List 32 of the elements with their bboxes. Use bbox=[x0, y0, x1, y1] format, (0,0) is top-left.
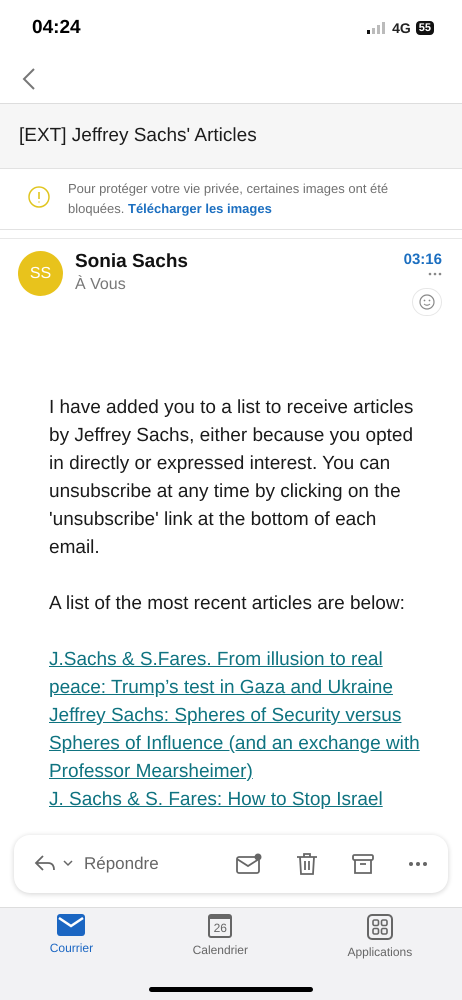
article-link[interactable]: J. Sachs & S. Fares: How to Stop Israel bbox=[49, 786, 426, 814]
status-time: 04:24 bbox=[32, 16, 81, 38]
more-icon[interactable] bbox=[408, 861, 428, 867]
article-link[interactable]: Jeffrey Sachs: Spheres of Security versus Spheres of Influence (and an exchange with Professor Mearsheimer) bbox=[49, 702, 426, 786]
apps-icon bbox=[366, 914, 393, 940]
mail-icon bbox=[57, 914, 86, 936]
more-icon[interactable] bbox=[428, 272, 442, 276]
sender-name: Sonia Sachs bbox=[75, 251, 189, 273]
body-paragraph: A list of the most recent articles are below: bbox=[49, 592, 406, 616]
signal-icon bbox=[367, 22, 388, 34]
nav-tab[interactable]: Courrier bbox=[50, 914, 94, 966]
email-subject: [EXT] Jeffrey Sachs' Articles bbox=[0, 104, 462, 169]
message-time: 03:16 bbox=[404, 251, 442, 268]
battery-icon: 55 bbox=[416, 20, 434, 34]
reaction-button[interactable] bbox=[412, 288, 442, 316]
warning-icon bbox=[28, 186, 50, 208]
nav-tab[interactable]: 26 Calendrier bbox=[192, 914, 248, 966]
nav-tab[interactable]: Applications bbox=[347, 914, 412, 966]
body-paragraph: I have added you to a list to receive articles by Jeffrey Sachs, either because you opted in directly or expressed interest. You can unsubscribe at any time by clicking on the 'unsubscribe' link at the bottom of each email. bbox=[49, 396, 414, 560]
calendar-icon: 26 bbox=[208, 914, 232, 938]
delete-icon[interactable] bbox=[296, 852, 318, 876]
download-images-link[interactable]: Télécharger les images bbox=[128, 201, 272, 216]
mark-unread-icon[interactable] bbox=[236, 853, 262, 875]
recipient-label: À Vous bbox=[75, 276, 127, 294]
smiley-icon bbox=[419, 294, 435, 310]
network-label: 4G bbox=[392, 20, 411, 36]
privacy-notice: Pour protéger votre vie privée, certaines images ont été bloquées. Télécharger les images bbox=[68, 180, 390, 218]
article-link[interactable]: J.Sachs & S.Fares. From illusion to real peace: Trump’s test in Gaza and Ukraine bbox=[49, 646, 426, 702]
back-icon[interactable] bbox=[22, 67, 36, 91]
reply-button[interactable]: Répondre bbox=[34, 853, 159, 875]
archive-icon[interactable] bbox=[352, 853, 374, 875]
sender-avatar: SS bbox=[18, 251, 63, 296]
